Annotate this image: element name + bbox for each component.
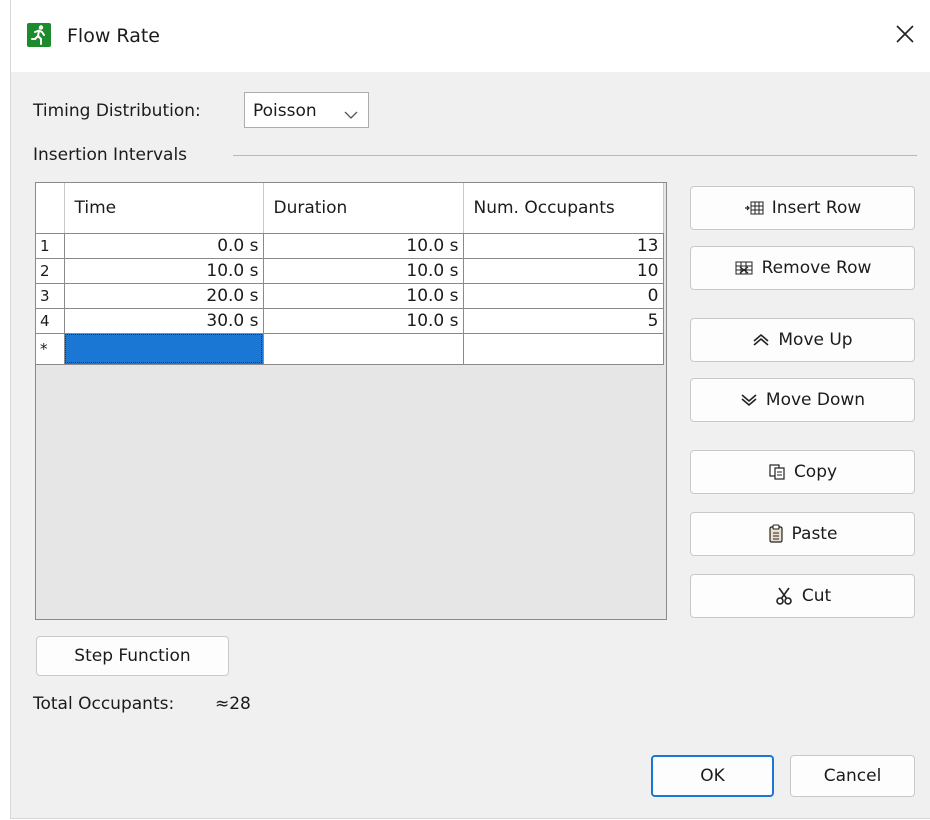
new-row[interactable]: *	[36, 333, 664, 365]
insert-row-label: Insert Row	[771, 198, 862, 218]
cancel-button[interactable]: Cancel	[790, 755, 915, 797]
table-header-row: Time Duration Num. Occupants	[36, 183, 664, 234]
title-bar: Flow Rate	[11, 0, 930, 72]
cut-button[interactable]: Cut	[690, 574, 915, 618]
occupants-cell[interactable]: 10	[463, 258, 664, 284]
duration-cell[interactable]: 10.0 s	[263, 258, 464, 284]
new-row-marker[interactable]: *	[36, 333, 65, 365]
section-divider	[233, 155, 917, 156]
column-header-time[interactable]: Time	[64, 183, 264, 234]
table-corner[interactable]	[36, 183, 65, 234]
intervals-table[interactable]: Time Duration Num. Occupants 1 0.0 s 10.…	[35, 182, 667, 620]
duration-cell[interactable]: 10.0 s	[263, 283, 464, 309]
close-button[interactable]	[889, 18, 921, 50]
move-down-label: Move Down	[765, 390, 866, 410]
ok-button[interactable]: OK	[651, 755, 774, 797]
new-time-cell[interactable]	[64, 333, 264, 365]
remove-row-icon	[734, 260, 754, 276]
time-cell[interactable]: 30.0 s	[64, 308, 264, 334]
move-up-button[interactable]: Move Up	[690, 318, 915, 362]
insert-row-button[interactable]: Insert Row	[690, 186, 915, 230]
copy-label: Copy	[793, 462, 838, 482]
new-duration-cell[interactable]	[263, 333, 464, 365]
new-occupants-cell[interactable]	[463, 333, 664, 365]
move-up-label: Move Up	[778, 330, 853, 350]
duration-cell[interactable]: 10.0 s	[263, 233, 464, 259]
row-header[interactable]: 4	[36, 308, 65, 334]
running-man-icon	[27, 23, 51, 47]
timing-distribution-value: Poisson	[253, 101, 317, 121]
time-cell[interactable]: 20.0 s	[64, 283, 264, 309]
move-down-button[interactable]: Move Down	[690, 378, 915, 422]
total-occupants-label: Total Occupants:	[33, 694, 175, 714]
occupants-cell[interactable]: 5	[463, 308, 664, 334]
occupants-cell[interactable]: 13	[463, 233, 664, 259]
insertion-intervals-heading: Insertion Intervals	[33, 145, 188, 165]
copy-icon	[768, 463, 786, 481]
step-function-label: Step Function	[74, 646, 191, 666]
row-header[interactable]: 2	[36, 258, 65, 284]
window-title: Flow Rate	[67, 25, 160, 47]
total-occupants-value: ≈28	[215, 694, 251, 714]
occupants-cell[interactable]: 0	[463, 283, 664, 309]
table-row[interactable]: 3 20.0 s 10.0 s 0	[36, 283, 664, 309]
remove-row-label: Remove Row	[761, 258, 872, 278]
column-header-duration[interactable]: Duration	[263, 183, 464, 234]
insert-row-icon	[744, 200, 764, 216]
time-cell[interactable]: 10.0 s	[64, 258, 264, 284]
close-icon	[896, 25, 914, 43]
copy-button[interactable]: Copy	[690, 450, 915, 494]
row-header[interactable]: 1	[36, 233, 65, 259]
table-row[interactable]: 2 10.0 s 10.0 s 10	[36, 258, 664, 284]
row-header[interactable]: 3	[36, 283, 65, 309]
clipboard-icon	[768, 524, 784, 544]
column-header-num-occupants[interactable]: Num. Occupants	[463, 183, 664, 234]
paste-label: Paste	[791, 524, 838, 544]
cut-label: Cut	[801, 586, 832, 606]
chevron-down-icon	[740, 393, 758, 407]
time-cell[interactable]: 0.0 s	[64, 233, 264, 259]
chevron-up-icon	[752, 333, 770, 347]
cancel-label: Cancel	[823, 766, 882, 786]
timing-distribution-label: Timing Distribution:	[33, 101, 201, 121]
timing-distribution-select[interactable]: Poisson	[244, 92, 369, 128]
scissors-icon	[774, 586, 794, 606]
duration-cell[interactable]: 10.0 s	[263, 308, 464, 334]
ok-label: OK	[700, 766, 725, 786]
table-row[interactable]: 4 30.0 s 10.0 s 5	[36, 308, 664, 334]
step-function-button[interactable]: Step Function	[36, 636, 229, 676]
chevron-down-icon	[344, 105, 358, 125]
table-row[interactable]: 1 0.0 s 10.0 s 13	[36, 233, 664, 259]
flow-rate-dialog: Flow Rate Timing Distribution: Poisson I…	[10, 0, 930, 819]
paste-button[interactable]: Paste	[690, 512, 915, 556]
remove-row-button[interactable]: Remove Row	[690, 246, 915, 290]
